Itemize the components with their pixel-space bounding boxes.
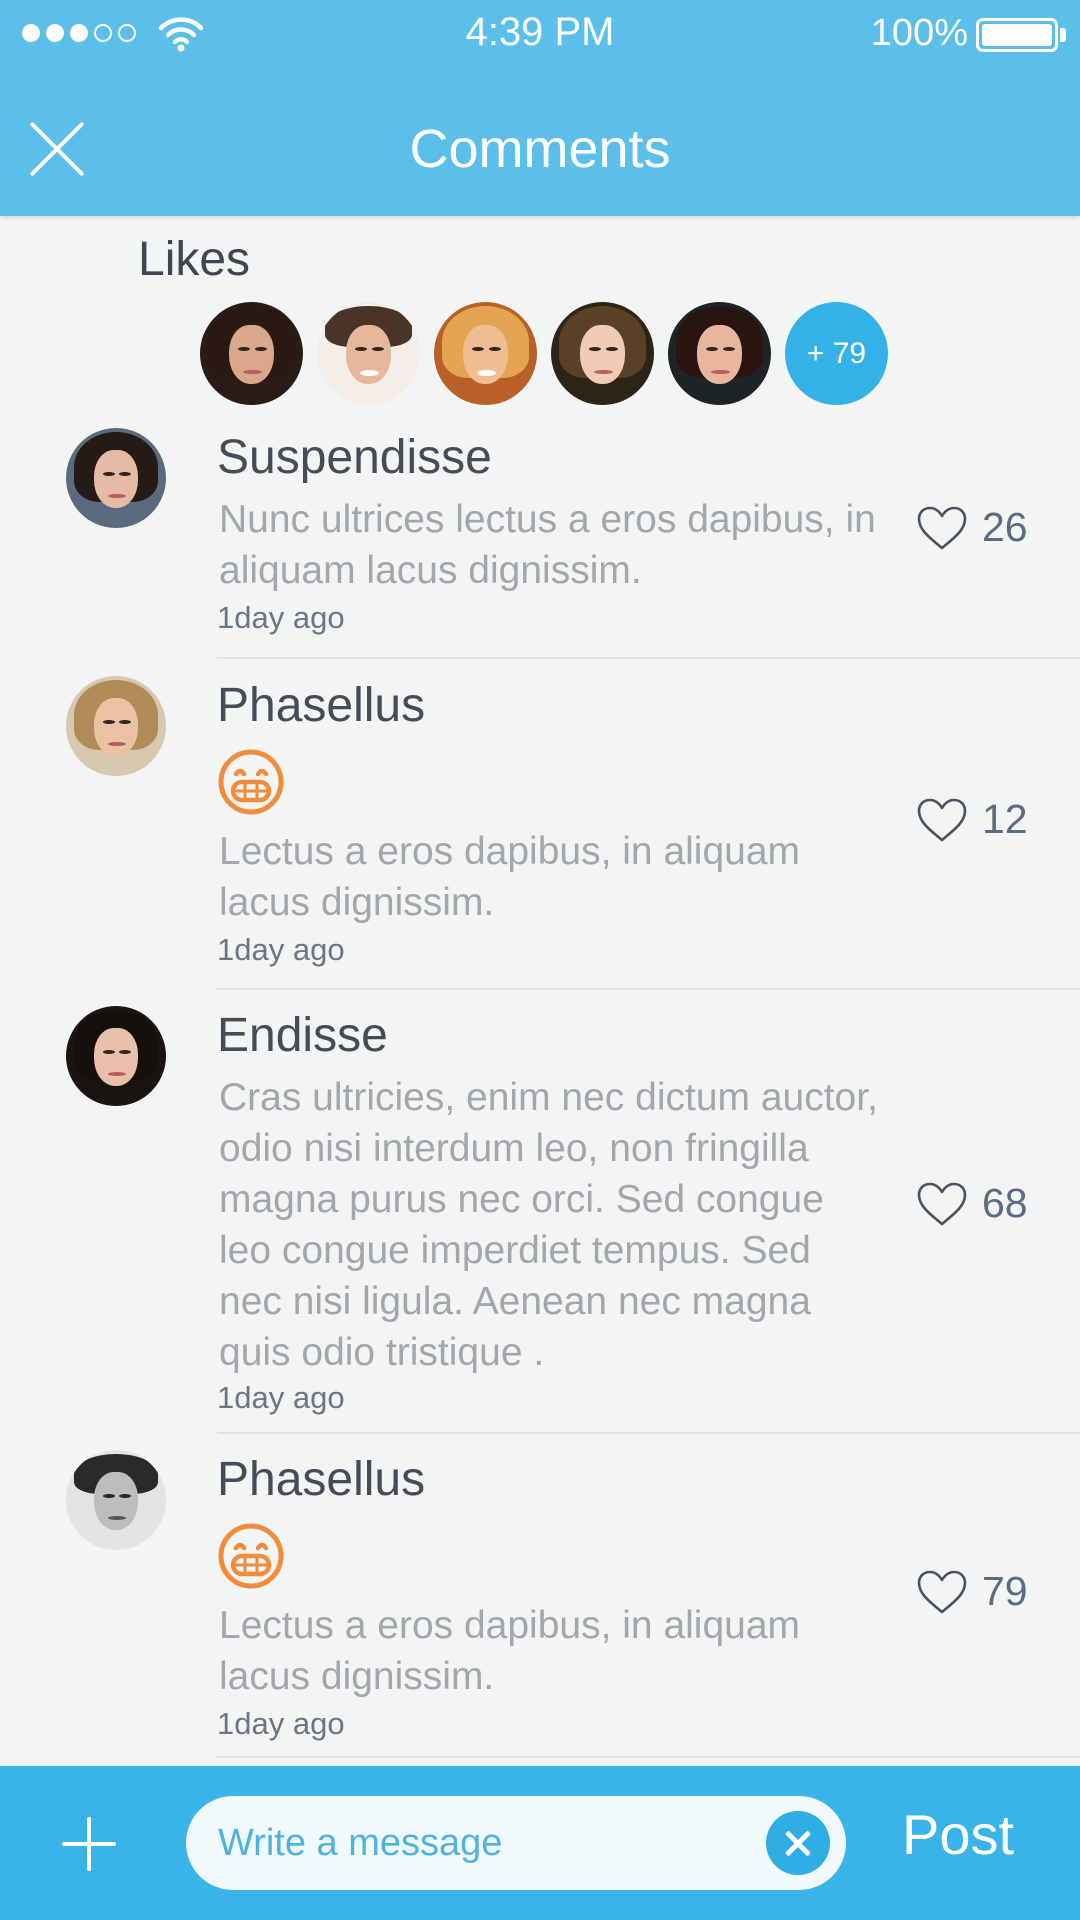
comment-author[interactable]: Phasellus [217,678,425,733]
like-count: 79 [982,1568,1028,1614]
heart-icon [917,506,967,549]
grinning-emoji-icon [218,749,284,815]
comment-timestamp: 1day ago [217,1706,345,1741]
avatar[interactable] [200,302,303,405]
like-button[interactable]: 68 [916,1180,1028,1227]
avatar[interactable] [317,302,420,405]
avatar[interactable] [551,302,654,405]
like-button[interactable]: 26 [916,504,1028,551]
divider [217,988,1080,990]
like-count: 68 [982,1180,1028,1226]
like-button[interactable]: 12 [916,796,1028,843]
comment-author[interactable]: Suspendisse [217,430,492,485]
comment-author[interactable]: Endisse [217,1008,388,1063]
like-count: 12 [982,796,1028,842]
avatar[interactable] [66,1450,166,1550]
status-bar: 4:39 PM 100% [0,0,1080,68]
divider [217,1432,1080,1434]
divider [217,1756,1080,1758]
avatar[interactable] [66,428,166,528]
comment-text: Cras ultricies, enim nec dictum auctor, … [219,1076,878,1374]
comment-timestamp: 1day ago [217,600,345,635]
heart-icon [917,798,967,841]
battery-icon [976,18,1058,52]
heart-icon [917,1570,967,1613]
message-field-container [186,1796,846,1890]
comment-author[interactable]: Phasellus [217,1452,425,1507]
message-input[interactable] [218,1796,738,1890]
heart-icon [917,1182,967,1225]
like-button[interactable]: 79 [916,1568,1028,1615]
comment-timestamp: 1day ago [217,932,345,967]
more-likes-button[interactable]: + 79 [785,302,888,405]
comment-timestamp: 1day ago [217,1380,345,1415]
message-composer: Post [0,1766,1080,1920]
comment-text: Lectus a eros dapibus, in aliquam lacus … [219,1604,801,1698]
like-count: 26 [982,504,1028,550]
avatar[interactable] [434,302,537,405]
battery-percentage: 100% [870,12,968,54]
post-button[interactable]: Post [902,1802,1014,1867]
page-title: Comments [409,119,671,179]
divider [217,657,1080,659]
add-attachment-button[interactable] [62,1817,116,1871]
avatar[interactable] [66,1006,166,1106]
likes-avatars: + 79 [200,302,888,405]
likes-heading: Likes [138,233,251,286]
avatar[interactable] [66,676,166,776]
header: 4:39 PM 100% Comments [0,0,1080,216]
avatar[interactable] [668,302,771,405]
clear-input-button[interactable] [766,1811,830,1875]
comment-text: Nunc ultrices lectus a eros dapibus, in … [219,498,876,592]
grinning-emoji-icon [218,1523,284,1589]
comment-text: Lectus a eros dapibus, in aliquam lacus … [219,830,801,924]
comments-screen: 4:39 PM 100% Comments Likes + 79 Suspend… [0,0,1080,1920]
